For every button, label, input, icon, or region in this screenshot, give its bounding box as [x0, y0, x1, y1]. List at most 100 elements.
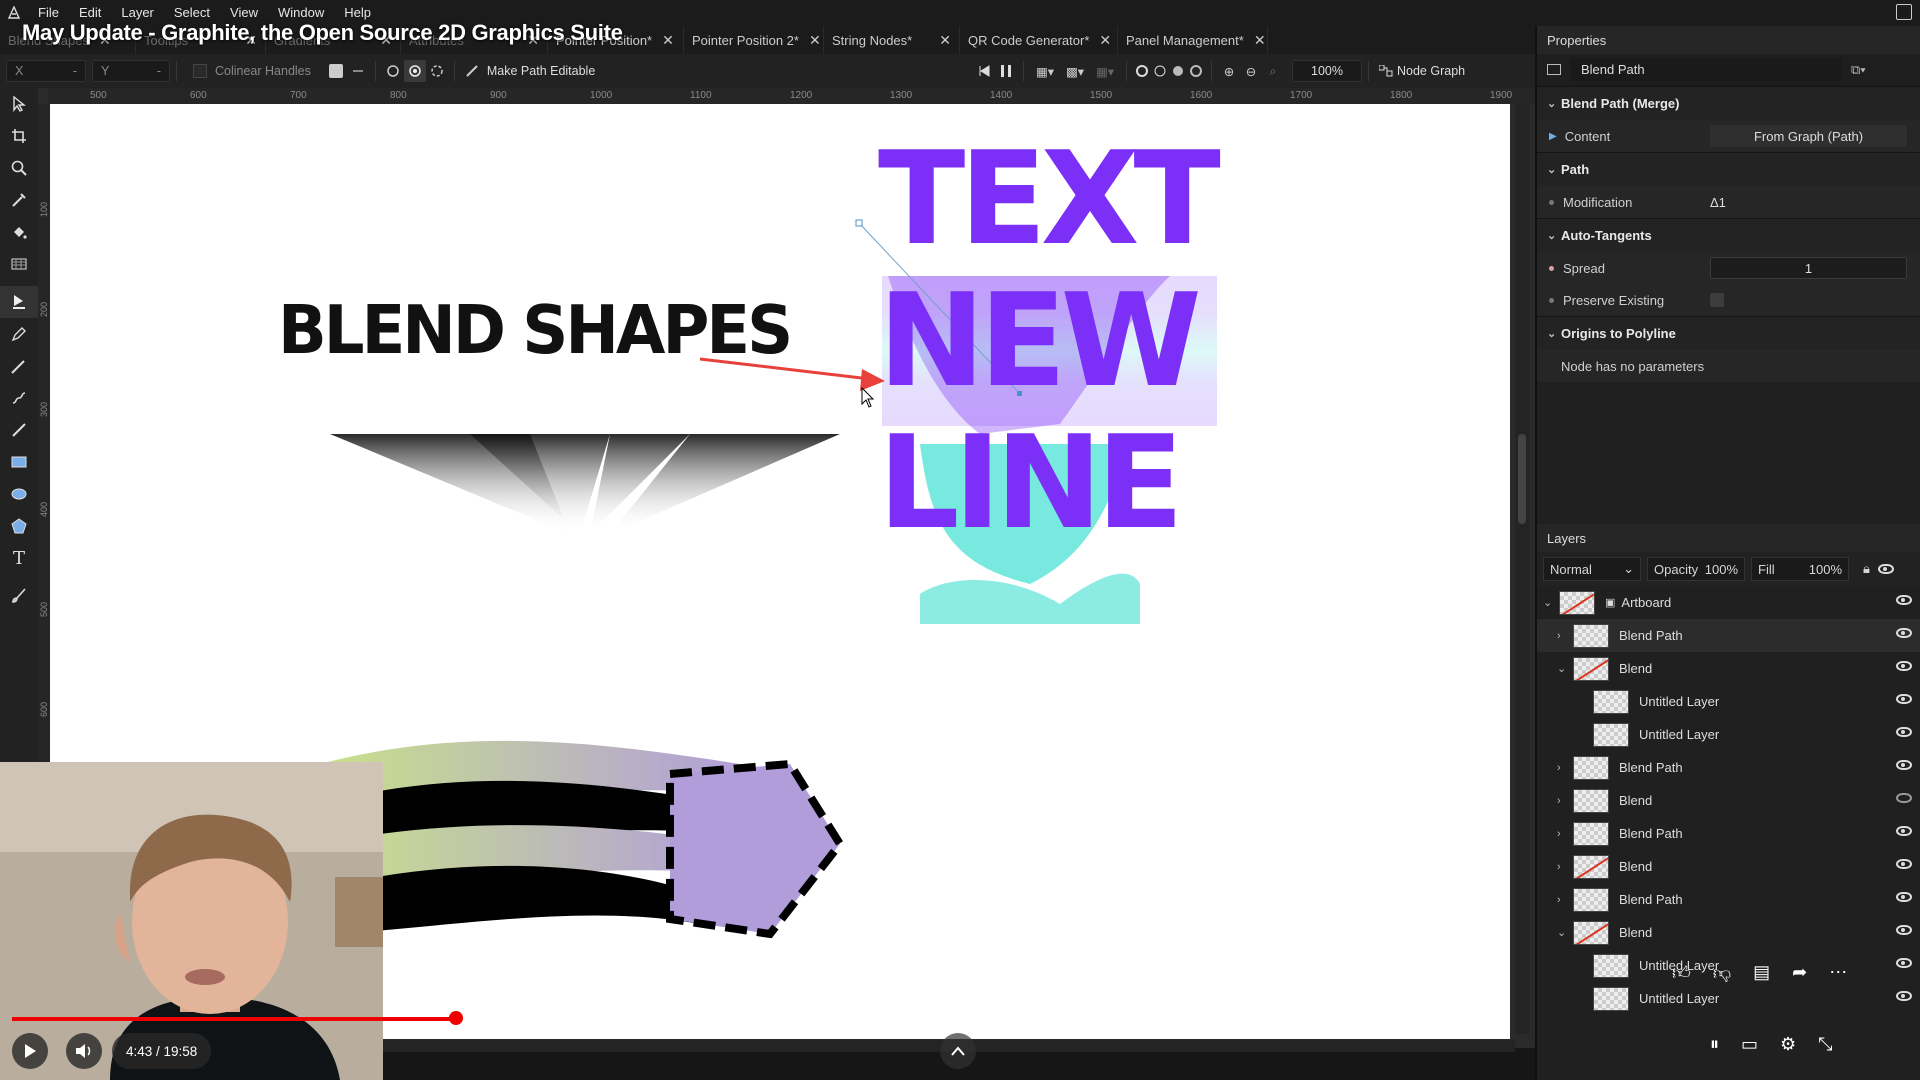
close-icon[interactable]: ✕: [809, 32, 821, 49]
render-mode-pixel-icon[interactable]: [1169, 60, 1187, 82]
fill-tool-icon[interactable]: [0, 216, 38, 248]
layer-row[interactable]: Untitled Layer: [1537, 718, 1920, 751]
layer-row[interactable]: Untitled Layer: [1537, 982, 1920, 1015]
layer-row[interactable]: ⌄ Blend: [1537, 652, 1920, 685]
dislike-icon[interactable]: 👎︎: [1713, 962, 1731, 984]
anchor-point[interactable]: [855, 219, 863, 227]
navigate-tool-icon[interactable]: [0, 152, 38, 184]
layer-row[interactable]: ⌄ Blend: [1537, 916, 1920, 949]
blend-mode-select[interactable]: Normal ⌄: [1543, 557, 1641, 581]
handle-mode-2-icon[interactable]: [347, 60, 369, 82]
pause-toggle-icon[interactable]: ⏸︎: [1710, 1034, 1719, 1055]
chevron-right-icon[interactable]: ›: [1557, 861, 1573, 873]
visibility-eye-icon[interactable]: [1896, 661, 1912, 671]
captions-icon[interactable]: ▭: [1741, 1034, 1758, 1055]
path-tool-icon[interactable]: [0, 286, 38, 318]
chevron-right-icon[interactable]: ›: [1557, 828, 1573, 840]
visibility-eye-icon[interactable]: [1896, 628, 1912, 638]
pause-icon[interactable]: [995, 60, 1017, 82]
node-graph-button[interactable]: Node Graph: [1397, 64, 1465, 78]
opacity-input[interactable]: Opacity 100%: [1647, 557, 1745, 581]
visibility-eye-icon[interactable]: [1896, 727, 1912, 737]
y-input[interactable]: Y-: [92, 60, 170, 82]
fill-input[interactable]: Fill 100%: [1751, 557, 1849, 581]
point-mode-3-icon[interactable]: [426, 60, 448, 82]
volume-icon[interactable]: [66, 1033, 102, 1069]
share-icon[interactable]: ➦: [1792, 962, 1807, 984]
zoom-in-icon[interactable]: ⊕: [1218, 60, 1240, 82]
layer-row[interactable]: › Blend Path: [1537, 817, 1920, 850]
visibility-eye-icon[interactable]: [1896, 760, 1912, 770]
visibility-eye-icon[interactable]: [1896, 859, 1912, 869]
layer-row[interactable]: › Blend: [1537, 784, 1920, 817]
handle-mode-icon[interactable]: [325, 60, 347, 82]
tab-pointer-position-2[interactable]: Pointer Position 2* ✕: [684, 26, 824, 54]
visibility-eye-icon[interactable]: [1896, 826, 1912, 836]
close-icon[interactable]: ✕: [939, 32, 951, 49]
layer-row[interactable]: Untitled Layer: [1537, 685, 1920, 718]
layer-row[interactable]: › Blend: [1537, 850, 1920, 883]
point-mode-icon[interactable]: [382, 60, 404, 82]
chevron-right-icon[interactable]: ›: [1557, 762, 1573, 774]
expand-triangle-icon[interactable]: ▶: [1549, 131, 1557, 142]
like-icon[interactable]: 👍︎: [1672, 962, 1691, 984]
layer-row[interactable]: › Blend Path: [1537, 619, 1920, 652]
visibility-eye-icon[interactable]: [1896, 958, 1912, 968]
section-path[interactable]: ⌄ Path: [1537, 152, 1920, 186]
brush-tool-icon[interactable]: [0, 580, 38, 612]
make-path-editable-button[interactable]: Make Path Editable: [487, 64, 595, 78]
grid-icon[interactable]: ▩▾: [1060, 60, 1090, 82]
tab-qr-code-generator[interactable]: QR Code Generator* ✕: [960, 26, 1118, 54]
zoom-reset-icon[interactable]: ⌕: [1262, 60, 1284, 82]
zoom-out-icon[interactable]: ⊖: [1240, 60, 1262, 82]
chevron-down-icon[interactable]: ⌄: [1557, 662, 1573, 675]
eyedropper-tool-icon[interactable]: [0, 184, 38, 216]
node-graph-icon[interactable]: [1375, 60, 1397, 82]
render-mode-normal-icon[interactable]: [1133, 60, 1151, 82]
visibility-icon[interactable]: [1876, 562, 1894, 576]
overlays-icon[interactable]: ▦▾: [1090, 60, 1120, 82]
polygon-tool-icon[interactable]: [0, 510, 38, 542]
video-progress-bar[interactable]: [12, 1017, 1510, 1021]
point-mode-active-icon[interactable]: [403, 60, 426, 82]
tab-string-nodes[interactable]: String Nodes* ✕: [824, 26, 960, 54]
close-icon[interactable]: ✕: [1099, 32, 1111, 49]
chevron-right-icon[interactable]: ›: [1557, 630, 1573, 642]
layer-row[interactable]: › Blend Path: [1537, 751, 1920, 784]
play-icon[interactable]: [12, 1033, 48, 1069]
comment-icon[interactable]: ▤: [1753, 962, 1770, 984]
pen-tool-icon[interactable]: [0, 318, 38, 350]
render-mode-svg-icon[interactable]: [1187, 60, 1205, 82]
line-tool-icon[interactable]: [0, 414, 38, 446]
section-blend-path-merge[interactable]: ⌄ Blend Path (Merge): [1537, 86, 1920, 120]
fullscreen-icon[interactable]: [1896, 4, 1912, 20]
close-icon[interactable]: ✕: [662, 32, 674, 49]
freehand-tool-icon[interactable]: [0, 350, 38, 382]
chevron-down-icon[interactable]: ⌄: [1557, 926, 1573, 939]
section-auto-tangents[interactable]: ⌄ Auto-Tangents: [1537, 218, 1920, 252]
select-tool-icon[interactable]: [0, 88, 38, 120]
gradient-tool-icon[interactable]: [0, 248, 38, 280]
rectangle-tool-icon[interactable]: [0, 446, 38, 478]
node-name-input[interactable]: Blend Path: [1571, 57, 1841, 82]
skip-back-icon[interactable]: [973, 60, 995, 82]
chevron-right-icon[interactable]: ›: [1557, 894, 1573, 906]
visibility-eye-icon[interactable]: [1896, 892, 1912, 902]
ellipse-tool-icon[interactable]: [0, 478, 38, 510]
chevron-right-icon[interactable]: ›: [1557, 795, 1573, 807]
settings-gear-icon[interactable]: ⚙︎: [1780, 1034, 1796, 1055]
vertical-scrollbar[interactable]: [1515, 104, 1529, 1034]
colinear-handles-checkbox[interactable]: [193, 64, 207, 78]
visibility-eye-icon[interactable]: [1896, 991, 1912, 1001]
section-origins-to-polyline[interactable]: ⌄ Origins to Polyline: [1537, 316, 1920, 350]
x-input[interactable]: X-: [6, 60, 86, 82]
fullscreen-exit-icon[interactable]: ⤡: [1818, 1034, 1832, 1055]
preserve-existing-checkbox[interactable]: [1710, 293, 1724, 307]
close-icon[interactable]: ✕: [1254, 32, 1266, 49]
artboard-tool-icon[interactable]: [0, 120, 38, 152]
lock-icon[interactable]: 🔒︎: [1863, 561, 1870, 577]
chevron-down-icon[interactable]: ⌄: [1543, 596, 1559, 609]
node-options-icon[interactable]: ⧉▾: [1851, 62, 1866, 78]
chevron-up-icon[interactable]: [940, 1033, 976, 1069]
visibility-eye-icon[interactable]: [1896, 925, 1912, 935]
